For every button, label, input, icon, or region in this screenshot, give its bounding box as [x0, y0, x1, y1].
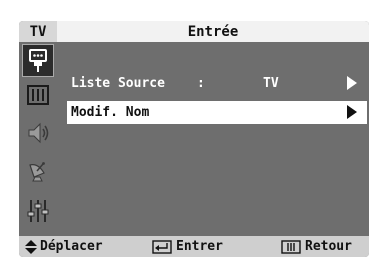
menu-item-label: Modif. Nom	[71, 105, 150, 120]
menu-item-separator: :	[197, 76, 205, 91]
setup-icon-graphic	[27, 199, 49, 222]
channel-icon[interactable]	[23, 154, 53, 187]
channel-icon-graphic	[29, 161, 45, 181]
menu-header: TV Entrée	[19, 21, 369, 42]
menu-item-value: TV	[263, 76, 279, 91]
category-sidebar	[19, 42, 57, 236]
footer-move: Déplacer	[25, 236, 103, 257]
arrow-right-icon	[347, 105, 357, 119]
footer-enter-label: Entrer	[176, 239, 223, 254]
osd-menu: TV Entrée Liste Source: TV Modif. Nom D…	[19, 21, 369, 257]
setup-icon[interactable]	[23, 194, 53, 227]
footer-return: Retour	[281, 236, 352, 257]
menu-item-label: Liste Source	[71, 76, 165, 91]
up-down-icon	[25, 239, 37, 254]
menu-icon	[281, 239, 301, 254]
arrow-right-icon	[347, 76, 357, 90]
enter-icon	[152, 239, 172, 254]
picture-icon[interactable]	[23, 78, 53, 111]
tv-tab: TV	[19, 21, 57, 42]
input-icon[interactable]	[22, 44, 54, 77]
menu-content: Liste Source : TV Modif. Nom	[57, 42, 369, 236]
footer-bar: Déplacer Entrer Retour	[19, 236, 369, 257]
footer-return-label: Retour	[305, 239, 352, 254]
menu-title: Entrée	[57, 21, 369, 42]
menu-item-source-list[interactable]: Liste Source : TV	[67, 72, 367, 95]
input-icon-graphic	[29, 48, 47, 72]
menu-item-edit-name[interactable]: Modif. Nom	[67, 101, 367, 124]
sound-icon[interactable]	[23, 116, 53, 149]
sound-icon-graphic	[28, 122, 49, 143]
picture-icon-graphic	[27, 84, 49, 105]
footer-move-label: Déplacer	[40, 239, 103, 254]
footer-enter: Entrer	[152, 236, 223, 257]
